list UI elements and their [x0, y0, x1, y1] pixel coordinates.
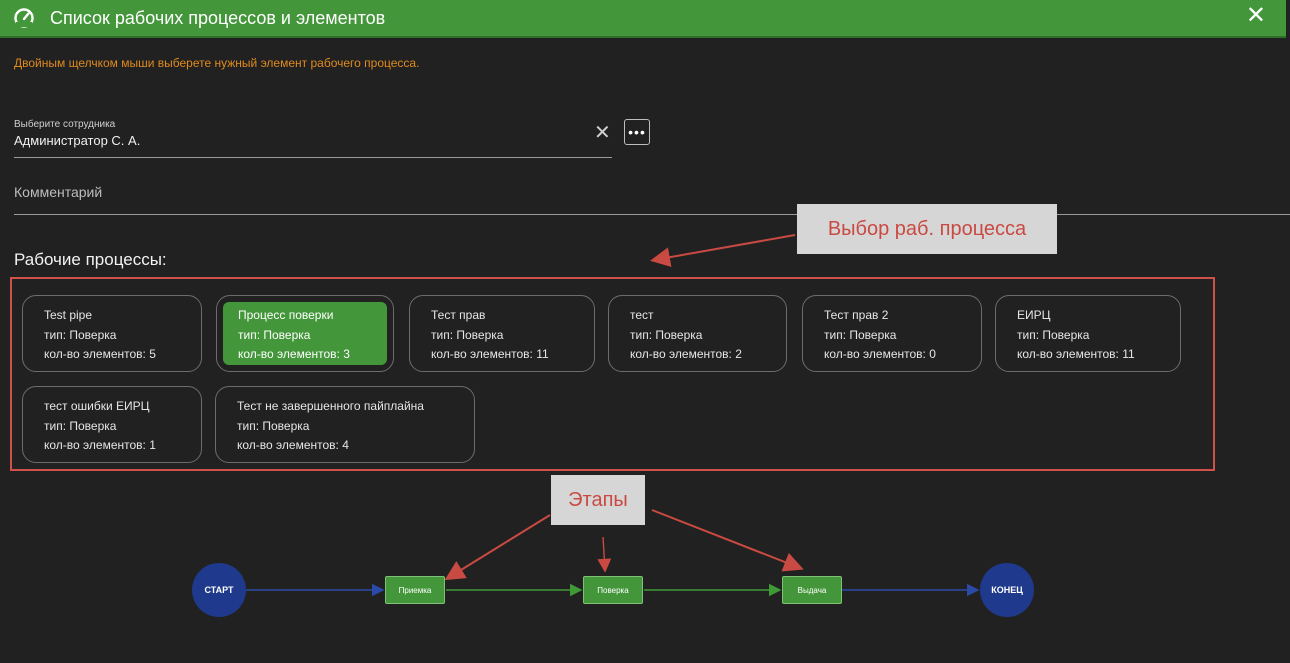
pipeline-connectors — [246, 234, 980, 597]
pipeline-end-node: КОНЕЦ — [980, 563, 1034, 617]
annotation-process-select: Выбор раб. процесса — [797, 204, 1057, 254]
pipeline-stage-node[interactable]: Выдача — [782, 576, 842, 604]
pipeline-stage-node[interactable]: Приемка — [385, 576, 445, 604]
annotation-stages: Этапы — [551, 475, 645, 525]
pipeline-stage-node[interactable]: Поверка — [583, 576, 643, 604]
pipeline-start-node: СТАРТ — [192, 563, 246, 617]
